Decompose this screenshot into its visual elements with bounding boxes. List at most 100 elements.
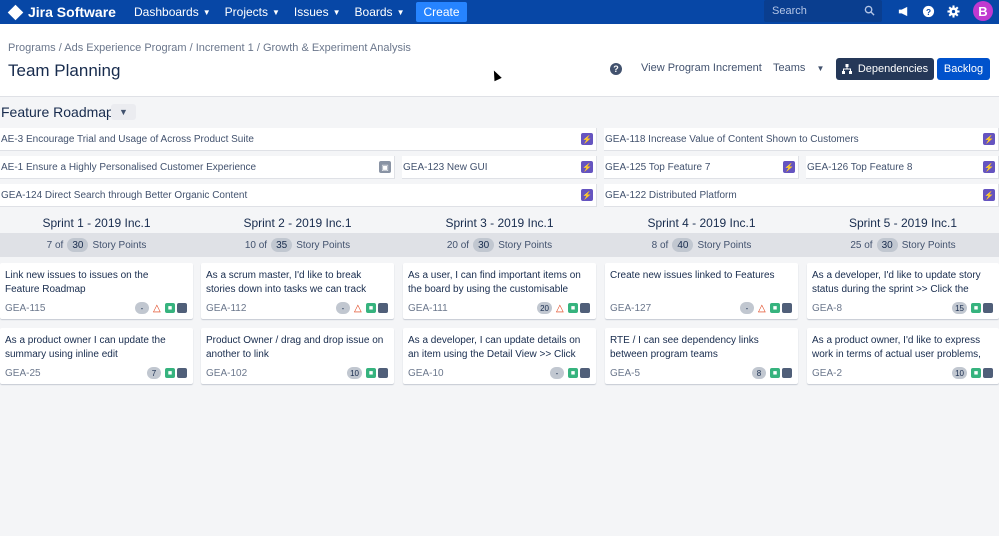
issue-card[interactable]: As a user, I can find important items on… bbox=[403, 263, 596, 319]
create-button[interactable]: Create bbox=[416, 2, 467, 22]
issue-card[interactable]: As a product owner I can update the summ… bbox=[0, 328, 193, 384]
feature-label: GEA-125 Top Feature 7 bbox=[605, 161, 711, 173]
story-icon: ■ bbox=[770, 368, 780, 378]
issue-meta: - △ ■ bbox=[135, 302, 187, 314]
page-title: Team Planning bbox=[8, 61, 121, 80]
story-points-badge: 15 bbox=[952, 302, 967, 314]
search-placeholder: Search bbox=[772, 5, 807, 17]
feature-label: AE-3 Encourage Trial and Usage of Across… bbox=[1, 133, 254, 145]
issue-card[interactable]: Create new issues linked to Features GEA-… bbox=[605, 263, 798, 319]
issue-key[interactable]: GEA-102 bbox=[206, 368, 247, 379]
issue-meta: - ■ bbox=[550, 367, 590, 379]
issue-card[interactable]: As a scrum master, I'd like to break sto… bbox=[201, 263, 394, 319]
teams-label: Teams bbox=[773, 62, 806, 74]
dependency-icon[interactable]: △ bbox=[153, 303, 163, 314]
issue-card[interactable]: As a product owner, I'd like to express … bbox=[807, 328, 999, 384]
bolt-icon: ⚡ bbox=[581, 133, 593, 145]
avatar[interactable]: B bbox=[973, 1, 993, 21]
points-unit: Story Points bbox=[697, 239, 752, 251]
bolt-icon: ⚡ bbox=[581, 161, 593, 173]
search-icon bbox=[864, 5, 875, 16]
chevron-down-icon: ▼ bbox=[119, 107, 128, 117]
issue-meta: 7 ■ bbox=[147, 367, 187, 379]
breadcrumb[interactable]: Programs / Ads Experience Program / Incr… bbox=[8, 42, 411, 54]
feature-label: GEA-123 New GUI bbox=[403, 161, 488, 173]
dependency-icon[interactable]: △ bbox=[556, 303, 566, 314]
issue-key[interactable]: GEA-115 bbox=[5, 303, 45, 314]
story-icon: ■ bbox=[568, 368, 578, 378]
issue-key[interactable]: GEA-25 bbox=[5, 368, 41, 379]
nav-boards[interactable]: Boards ▼ bbox=[355, 5, 405, 19]
feature-row[interactable]: GEA-123 New GUI ⚡ bbox=[402, 156, 597, 179]
story-icon: ■ bbox=[971, 303, 981, 313]
issue-summary: As a developer, I'd like to update story… bbox=[812, 270, 981, 295]
hierarchy-icon bbox=[841, 64, 852, 74]
issue-key[interactable]: GEA-5 bbox=[610, 368, 640, 379]
feature-row[interactable]: GEA-124 Direct Search through Better Org… bbox=[0, 184, 597, 207]
issue-card[interactable]: RTE / I can see dependency links between… bbox=[605, 328, 798, 384]
story-points-badge: - bbox=[550, 367, 564, 379]
page-header: Programs / Ads Experience Program / Incr… bbox=[0, 24, 999, 97]
epic-icon bbox=[580, 368, 590, 378]
issue-key[interactable]: GEA-127 bbox=[610, 303, 651, 314]
issue-key[interactable]: GEA-10 bbox=[408, 368, 444, 379]
feature-row[interactable]: GEA-122 Distributed Platform ⚡ bbox=[604, 184, 999, 207]
teams-dropdown[interactable]: Teams ▼ bbox=[773, 62, 824, 74]
issue-key[interactable]: GEA-2 bbox=[812, 368, 842, 379]
issue-summary: As a product owner I can update the summ… bbox=[5, 335, 166, 360]
epic-icon bbox=[782, 368, 792, 378]
points-total-badge: 35 bbox=[271, 238, 293, 252]
epic-icon bbox=[983, 303, 993, 313]
nav-dashboards[interactable]: Dashboards ▼ bbox=[134, 5, 211, 19]
question-icon[interactable]: ? bbox=[610, 63, 622, 75]
points-total-badge: 30 bbox=[876, 238, 898, 252]
roadmap-toggle-button[interactable]: ▼ bbox=[111, 104, 136, 120]
points-done: 20 of bbox=[446, 239, 470, 251]
nav-projects[interactable]: Projects ▼ bbox=[225, 5, 280, 19]
sprint-story-points: 20 of 30 Story Points bbox=[403, 238, 596, 252]
search-input[interactable]: Search bbox=[764, 0, 882, 22]
epic-icon bbox=[983, 368, 993, 378]
story-icon: ■ bbox=[165, 368, 175, 378]
issue-summary: Product Owner / drag and drop issue on a… bbox=[206, 335, 384, 360]
view-program-increment-link[interactable]: View Program Increment bbox=[641, 62, 762, 74]
gear-icon[interactable] bbox=[946, 4, 960, 18]
jira-logo[interactable]: Jira Software bbox=[7, 4, 126, 20]
story-points-badge: - bbox=[336, 302, 350, 314]
feature-row[interactable]: AE-1 Ensure a Highly Personalised Custom… bbox=[0, 156, 395, 179]
bolt-icon: ⚡ bbox=[783, 161, 795, 173]
issue-key[interactable]: GEA-8 bbox=[812, 303, 842, 314]
feature-label: GEA-122 Distributed Platform bbox=[605, 189, 737, 201]
nav-issues[interactable]: Issues ▼ bbox=[294, 5, 341, 19]
epic-icon bbox=[580, 303, 590, 313]
story-points-badge: 10 bbox=[347, 367, 362, 379]
dependency-icon[interactable]: △ bbox=[354, 303, 364, 314]
issue-meta: 20 △ ■ bbox=[537, 302, 590, 314]
feature-row[interactable]: GEA-126 Top Feature 8 ⚡ bbox=[806, 156, 999, 179]
issue-card[interactable]: Product Owner / drag and drop issue on a… bbox=[201, 328, 394, 384]
issue-card[interactable]: As a developer, I can update details on … bbox=[403, 328, 596, 384]
feature-row[interactable]: AE-3 Encourage Trial and Usage of Across… bbox=[0, 128, 597, 151]
story-icon: ■ bbox=[165, 303, 175, 313]
story-points-badge: 8 bbox=[752, 367, 766, 379]
feature-row[interactable]: GEA-118 Increase Value of Content Shown … bbox=[604, 128, 999, 151]
dependency-icon[interactable]: △ bbox=[758, 303, 768, 314]
issue-card[interactable]: As a developer, I'd like to update story… bbox=[807, 263, 999, 319]
story-icon: ■ bbox=[568, 303, 578, 313]
feature-row[interactable]: GEA-125 Top Feature 7 ⚡ bbox=[604, 156, 799, 179]
issue-key[interactable]: GEA-111 bbox=[408, 303, 448, 314]
issue-meta: 15 ■ bbox=[952, 302, 993, 314]
jira-diamond-icon bbox=[7, 4, 24, 20]
sprint-story-points: 7 of 30 Story Points bbox=[0, 238, 193, 252]
dependencies-button[interactable]: Dependencies bbox=[836, 58, 934, 80]
issue-key[interactable]: GEA-112 bbox=[206, 303, 246, 314]
story-points-badge: - bbox=[740, 302, 754, 314]
chevron-down-icon: ▼ bbox=[202, 7, 211, 17]
svg-text:?: ? bbox=[925, 6, 930, 16]
issue-card[interactable]: Link new issues to issues on the Feature… bbox=[0, 263, 193, 319]
help-icon[interactable]: ? bbox=[921, 4, 935, 18]
feature-label: GEA-124 Direct Search through Better Org… bbox=[1, 189, 248, 201]
chevron-down-icon: ▼ bbox=[332, 7, 341, 17]
backlog-button[interactable]: Backlog bbox=[937, 58, 990, 80]
megaphone-icon[interactable] bbox=[896, 4, 910, 18]
